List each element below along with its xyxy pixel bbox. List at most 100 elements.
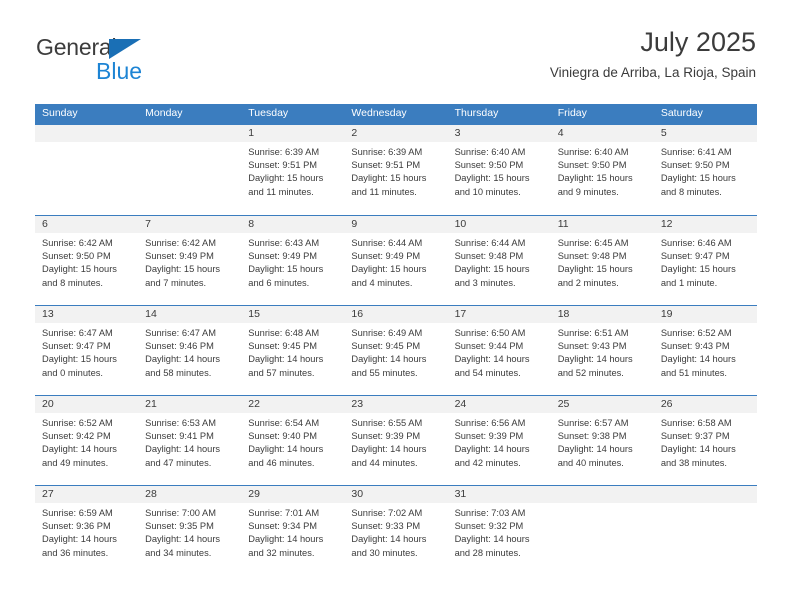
day-sun-info: Sunrise: 6:48 AM Sunset: 9:45 PM Daylight:… — [241, 323, 344, 380]
calendar-week-row: 6 Sunrise: 6:42 AM Sunset: 9:50 PM Daylight… — [35, 215, 757, 305]
calendar-day-cell[interactable]: 22 Sunrise: 6:54 AM Sunset: 9:40 PM Dayligh… — [241, 396, 345, 485]
sunset-text: Sunset: 9:49 PM — [351, 251, 421, 262]
daylight-text-line1: Daylight: 14 hours — [145, 354, 221, 365]
title-block: July 2025 Viniegra de Arriba, La Rioja, … — [550, 26, 756, 81]
calendar-day-cell[interactable]: 29 Sunrise: 7:01 AM Sunset: 9:34 PM Dayligh… — [241, 486, 345, 575]
calendar-day-cell[interactable]: 6 Sunrise: 6:42 AM Sunset: 9:50 PM Daylight… — [35, 216, 139, 305]
sunset-text: Sunset: 9:45 PM — [351, 341, 421, 352]
day-sun-info: Sunrise: 6:51 AM Sunset: 9:43 PM Daylight:… — [551, 323, 654, 380]
calendar-day-cell[interactable]: 25 Sunrise: 6:57 AM Sunset: 9:38 PM Dayligh… — [550, 396, 654, 485]
sunset-text: Sunset: 9:48 PM — [557, 251, 627, 262]
daylight-text-line2: and 4 minutes. — [351, 277, 413, 288]
calendar-day-cell[interactable]: 15 Sunrise: 6:48 AM Sunset: 9:45 PM Dayligh… — [241, 306, 345, 395]
weekday-header-friday: Friday — [557, 107, 587, 119]
sunset-text: Sunset: 9:39 PM — [454, 431, 524, 442]
logo-text-general: General — [36, 34, 117, 60]
daylight-text-line1: Daylight: 15 hours — [660, 173, 736, 184]
calendar-day-cell[interactable]: 31 Sunrise: 7:03 AM Sunset: 9:32 PM Dayligh… — [447, 486, 551, 575]
calendar-day-cell[interactable]: 30 Sunrise: 7:02 AM Sunset: 9:33 PM Dayligh… — [344, 486, 448, 575]
calendar-day-cell[interactable]: 11 Sunrise: 6:45 AM Sunset: 9:48 PM Dayligh… — [550, 216, 654, 305]
sunset-text: Sunset: 9:32 PM — [454, 521, 524, 532]
sunrise-text: Sunrise: 6:43 AM — [248, 238, 320, 248]
daylight-text-line2: and 0 minutes. — [42, 367, 103, 378]
sunset-text: Sunset: 9:50 PM — [454, 160, 524, 171]
calendar-day-cell[interactable]: 24 Sunrise: 6:56 AM Sunset: 9:39 PM Dayligh… — [447, 396, 551, 485]
calendar-day-cell[interactable]: 17 Sunrise: 6:50 AM Sunset: 9:44 PM Dayligh… — [447, 306, 551, 395]
daylight-text-line1: Daylight: 14 hours — [660, 354, 736, 365]
daylight-text-line2: and 7 minutes. — [145, 277, 207, 288]
day-sun-info: Sunrise: 6:52 AM Sunset: 9:43 PM Daylight:… — [654, 323, 757, 380]
sunrise-text: Sunrise: 7:03 AM — [454, 508, 526, 518]
calendar-day-cell[interactable]: 21 Sunrise: 6:53 AM Sunset: 9:41 PM Dayligh… — [138, 396, 242, 485]
calendar-day-cell[interactable]: 13 Sunrise: 6:47 AM Sunset: 9:47 PM Dayligh… — [35, 306, 139, 395]
day-sun-info: Sunrise: 6:55 AM Sunset: 9:39 PM Daylight:… — [344, 413, 447, 470]
calendar-day-cell[interactable]: 18 Sunrise: 6:51 AM Sunset: 9:43 PM Dayligh… — [550, 306, 654, 395]
calendar-day-cell[interactable]: 19 Sunrise: 6:52 AM Sunset: 9:43 PM Dayligh… — [653, 306, 757, 395]
day-number: 12 — [653, 216, 757, 233]
calendar-day-cell[interactable]: 26 Sunrise: 6:58 AM Sunset: 9:37 PM Dayligh… — [653, 396, 757, 485]
sunset-text: Sunset: 9:44 PM — [454, 341, 524, 352]
day-number: 16 — [344, 306, 448, 323]
calendar-day-cell[interactable]: 23 Sunrise: 6:55 AM Sunset: 9:39 PM Dayligh… — [344, 396, 448, 485]
day-sun-info: Sunrise: 6:44 AM Sunset: 9:48 PM Daylight:… — [448, 233, 551, 290]
calendar-day-cell[interactable]: 7 Sunrise: 6:42 AM Sunset: 9:49 PM Daylight… — [138, 216, 242, 305]
daylight-text-line2: and 36 minutes. — [42, 547, 109, 558]
daylight-text-line1: Daylight: 15 hours — [248, 173, 324, 184]
sunrise-text: Sunrise: 6:52 AM — [42, 418, 113, 428]
sunrise-text: Sunrise: 7:00 AM — [145, 508, 216, 518]
calendar-day-cell[interactable]: 27 Sunrise: 6:59 AM Sunset: 9:36 PM Dayligh… — [35, 486, 139, 575]
day-sun-info: Sunrise: 6:45 AM Sunset: 9:48 PM Daylight:… — [551, 233, 654, 290]
day-number: 31 — [447, 486, 551, 503]
day-sun-info: Sunrise: 6:53 AM Sunset: 9:41 PM Daylight:… — [138, 413, 241, 470]
day-sun-info: Sunrise: 6:43 AM Sunset: 9:49 PM Daylight:… — [241, 233, 344, 290]
day-number — [550, 486, 654, 503]
daylight-text-line1: Daylight: 15 hours — [454, 264, 530, 275]
day-sun-info: Sunrise: 6:39 AM Sunset: 9:51 PM Daylight:… — [344, 142, 447, 199]
day-number: 4 — [550, 125, 654, 142]
sunrise-text: Sunrise: 6:41 AM — [660, 147, 732, 157]
calendar-grid: Sunday Monday Tuesday Wednesday Thursday Frid… — [35, 104, 757, 575]
sunrise-text: Sunrise: 6:46 AM — [660, 238, 732, 248]
daylight-text-line2: and 54 minutes. — [454, 367, 521, 378]
daylight-text-line1: Daylight: 14 hours — [145, 444, 221, 455]
calendar-page: General Blue July 2025 Viniegra de Arrib… — [0, 0, 792, 612]
calendar-day-cell[interactable]: 9 Sunrise: 6:44 AM Sunset: 9:49 PM Daylight… — [344, 216, 448, 305]
calendar-week-row: 27 Sunrise: 6:59 AM Sunset: 9:36 PM Dayligh… — [35, 485, 757, 575]
calendar-day-cell[interactable]: 14 Sunrise: 6:47 AM Sunset: 9:46 PM Dayligh… — [138, 306, 242, 395]
day-number: 14 — [138, 306, 242, 323]
day-number: 7 — [138, 216, 242, 233]
day-number: 6 — [35, 216, 139, 233]
sunset-text: Sunset: 9:41 PM — [145, 431, 214, 442]
calendar-day-cell[interactable]: 12 Sunrise: 6:46 AM Sunset: 9:47 PM Dayligh… — [653, 216, 757, 305]
calendar-day-cell[interactable]: 16 Sunrise: 6:49 AM Sunset: 9:45 PM Dayligh… — [344, 306, 448, 395]
daylight-text-line2: and 52 minutes. — [557, 367, 624, 378]
sunrise-text: Sunrise: 7:01 AM — [248, 508, 320, 518]
day-sun-info: Sunrise: 6:54 AM Sunset: 9:40 PM Daylight:… — [241, 413, 344, 470]
sunrise-text: Sunrise: 7:02 AM — [351, 508, 423, 518]
calendar-day-cell[interactable]: 4 Sunrise: 6:40 AM Sunset: 9:50 PM Daylight… — [550, 125, 654, 215]
daylight-text-line2: and 11 minutes. — [351, 186, 417, 197]
sunset-text: Sunset: 9:50 PM — [557, 160, 627, 171]
calendar-day-cell[interactable]: 8 Sunrise: 6:43 AM Sunset: 9:49 PM Daylight… — [241, 216, 345, 305]
sunrise-text: Sunrise: 6:44 AM — [351, 238, 423, 248]
sunset-text: Sunset: 9:50 PM — [42, 251, 111, 262]
sunrise-text: Sunrise: 6:58 AM — [660, 418, 732, 428]
daylight-text-line2: and 3 minutes. — [454, 277, 516, 288]
daylight-text-line1: Daylight: 14 hours — [454, 444, 530, 455]
calendar-day-cell[interactable]: 10 Sunrise: 6:44 AM Sunset: 9:48 PM Dayligh… — [447, 216, 551, 305]
calendar-day-cell[interactable]: 5 Sunrise: 6:41 AM Sunset: 9:50 PM Daylight… — [653, 125, 757, 215]
logo-text-blue: Blue — [96, 58, 143, 84]
general-blue-logo[interactable]: General Blue — [36, 36, 226, 88]
day-number: 19 — [653, 306, 757, 323]
calendar-day-cell[interactable]: 28 Sunrise: 7:00 AM Sunset: 9:35 PM Dayligh… — [138, 486, 242, 575]
calendar-day-cell[interactable]: 1 Sunrise: 6:39 AM Sunset: 9:51 PM Daylight… — [241, 125, 345, 215]
day-sun-info: Sunrise: 6:47 AM Sunset: 9:47 PM Daylight:… — [35, 323, 138, 380]
sunrise-text: Sunrise: 6:48 AM — [248, 328, 320, 338]
calendar-day-cell[interactable]: 20 Sunrise: 6:52 AM Sunset: 9:42 PM Dayligh… — [35, 396, 139, 485]
calendar-day-cell[interactable]: 3 Sunrise: 6:40 AM Sunset: 9:50 PM Daylight… — [447, 125, 551, 215]
sunset-text: Sunset: 9:51 PM — [351, 160, 421, 171]
day-sun-info: Sunrise: 6:57 AM Sunset: 9:38 PM Daylight:… — [551, 413, 654, 470]
calendar-day-cell[interactable]: 2 Sunrise: 6:39 AM Sunset: 9:51 PM Daylight… — [344, 125, 448, 215]
day-number: 24 — [447, 396, 551, 413]
sunset-text: Sunset: 9:40 PM — [248, 431, 318, 442]
